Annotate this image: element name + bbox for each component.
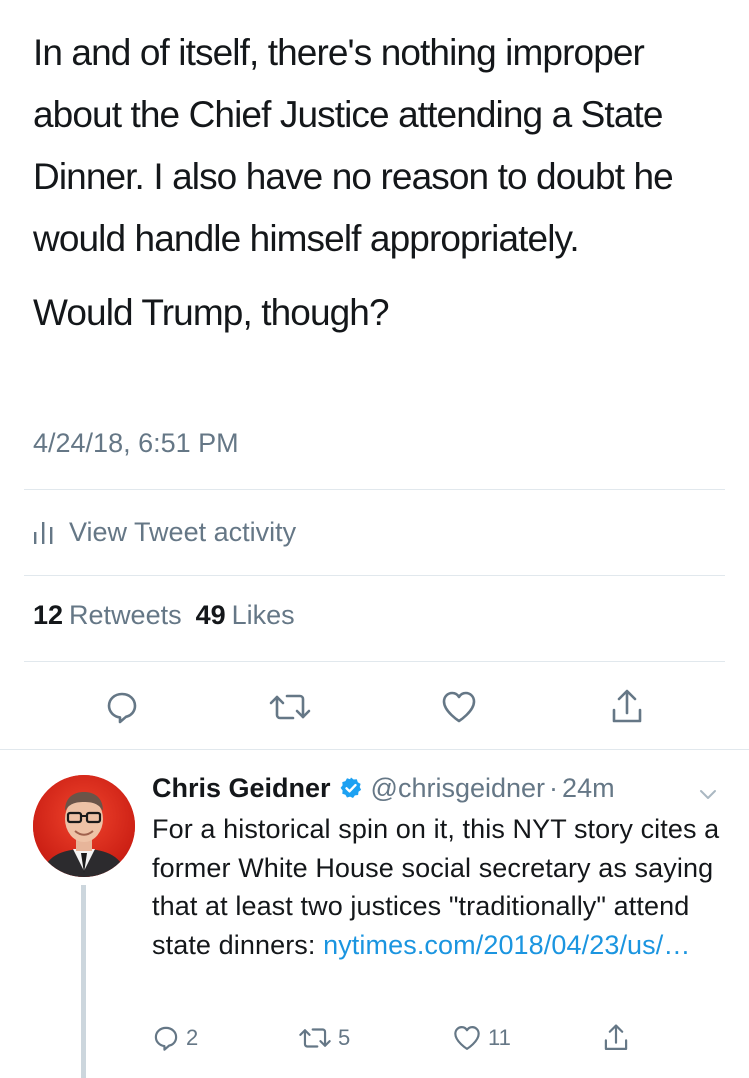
retweets-count: 12 <box>33 600 64 630</box>
tweet-paragraph: Would Trump, though? <box>33 292 390 333</box>
reply-time: 24m <box>562 772 615 803</box>
retweet-icon <box>269 694 311 720</box>
verified-badge-icon <box>339 776 363 800</box>
tweet-timestamp: 4/24/18, 6:51 PM <box>33 428 239 458</box>
divider <box>24 661 725 662</box>
reply-retweet-button[interactable]: 5 <box>298 1022 350 1054</box>
retweets-label: Retweets <box>69 600 182 630</box>
like-count: 11 <box>488 1025 511 1050</box>
retweet-button[interactable] <box>268 685 312 729</box>
author-name[interactable]: Chris Geidner <box>152 773 331 804</box>
likes-count: 49 <box>195 600 226 630</box>
avatar[interactable] <box>33 775 135 877</box>
likes-label: Likes <box>231 600 295 630</box>
activity-label: View Tweet activity <box>69 516 297 547</box>
retweets-stat[interactable]: 12 Retweets <box>33 600 182 631</box>
divider <box>24 489 725 490</box>
article-link[interactable]: nytimes.com/2018/04/23/us/… <box>323 930 690 960</box>
tweet-actions <box>0 685 749 729</box>
separator-dot: · <box>549 772 559 803</box>
author-handle[interactable]: @chrisgeidner <box>371 773 546 804</box>
tweet-text: In and of itself, there's nothing improp… <box>33 22 723 344</box>
reply-button[interactable] <box>100 685 144 729</box>
heart-icon <box>442 691 476 723</box>
retweet-count: 5 <box>338 1025 351 1050</box>
share-icon <box>612 689 642 723</box>
chevron-down-icon[interactable] <box>698 778 718 809</box>
avatar-image <box>33 775 135 877</box>
reply-tweet[interactable]: Chris Geidner @chrisgeidner · 24m For a … <box>0 752 749 1078</box>
reply-count: 2 <box>186 1025 199 1050</box>
likes-stat[interactable]: 49 Likes <box>196 600 295 631</box>
engagement-stats: 12 Retweets 49 Likes <box>33 600 295 631</box>
reply-like-button[interactable]: 11 <box>452 1022 511 1054</box>
reply-text: For a historical spin on it, this NYT st… <box>152 810 732 964</box>
reply-header: Chris Geidner @chrisgeidner · 24m <box>152 770 732 806</box>
reply-bubble-icon <box>154 1026 178 1051</box>
reply-bubble-icon <box>107 692 137 724</box>
share-icon <box>604 1024 628 1050</box>
reply-actions: 2 5 11 <box>0 1022 749 1054</box>
like-button[interactable] <box>437 685 481 729</box>
divider <box>24 575 725 576</box>
retweet-icon <box>299 1028 331 1048</box>
share-button[interactable] <box>605 685 649 729</box>
tweet-paragraph: In and of itself, there's nothing improp… <box>33 32 674 259</box>
reply-share-button[interactable] <box>602 1022 630 1054</box>
reply-reply-button[interactable]: 2 <box>152 1022 198 1054</box>
bar-chart-icon <box>33 520 55 544</box>
section-divider <box>0 749 749 750</box>
view-tweet-activity-link[interactable]: View Tweet activity <box>33 512 296 552</box>
heart-icon <box>454 1026 480 1050</box>
